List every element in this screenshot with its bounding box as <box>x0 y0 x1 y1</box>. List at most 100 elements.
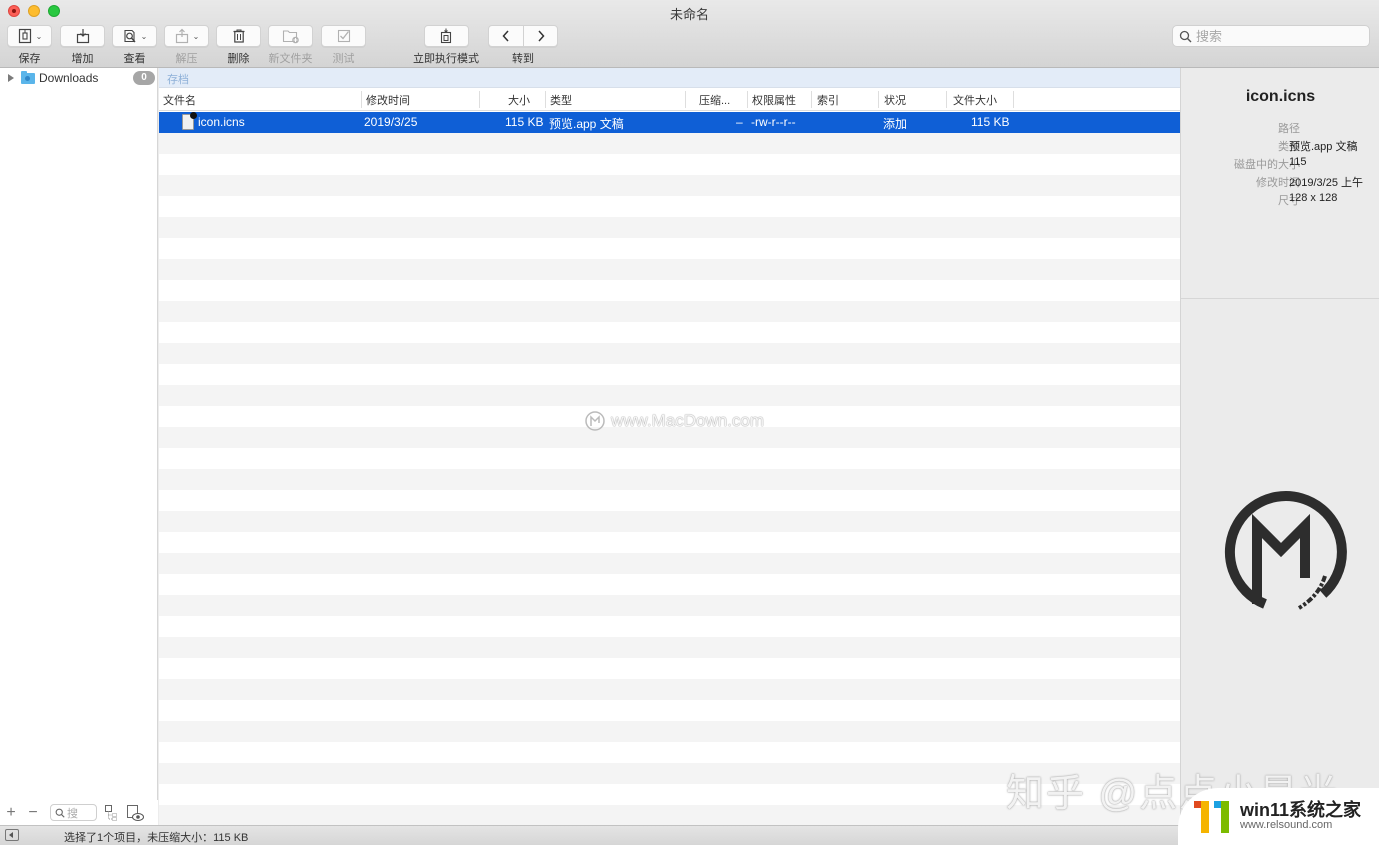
add-button[interactable] <box>60 25 105 47</box>
empty-row <box>159 385 1180 406</box>
toolbar-test[interactable]: 测试 <box>321 25 366 66</box>
test-label: 测试 <box>332 53 355 65</box>
column-divider[interactable] <box>685 91 686 108</box>
column-divider[interactable] <box>946 91 947 108</box>
column-divider[interactable] <box>811 91 812 108</box>
toolbar-view[interactable]: ⌄ 查看 <box>112 25 157 66</box>
forward-button[interactable] <box>523 25 558 47</box>
column-header-status[interactable]: 状况 <box>884 92 906 108</box>
field-key: 路径 <box>1278 123 1300 135</box>
test-button[interactable] <box>321 25 366 47</box>
add-icon[interactable]: + <box>0 804 22 822</box>
sidebar-footer: + − 搜 <box>0 800 158 825</box>
cell-compressed: – <box>736 115 743 129</box>
delete-button[interactable] <box>216 25 261 47</box>
column-divider[interactable] <box>361 91 362 108</box>
empty-row <box>159 280 1180 301</box>
table-row[interactable]: icon.icns 2019/3/25 115 KB 预览.app 文稿 – -… <box>159 112 1180 133</box>
inspector-title: icon.icns <box>1245 88 1316 105</box>
column-header-compressed[interactable]: 压缩... <box>699 92 730 108</box>
status-bar: 选择了1个项目，未压缩大小：115 KB <box>0 825 1379 845</box>
empty-row <box>159 343 1180 364</box>
quick-look-icon <box>124 29 136 43</box>
empty-row <box>159 805 1180 825</box>
empty-row <box>159 721 1180 742</box>
view-label: 查看 <box>123 53 146 65</box>
empty-row <box>159 763 1180 784</box>
empty-row <box>159 700 1180 721</box>
toolbar-save[interactable]: ⌄ 保存 <box>7 25 52 66</box>
toggle-sidebar-icon[interactable] <box>5 829 19 841</box>
new-folder-button[interactable] <box>268 25 313 47</box>
column-header-modified[interactable]: 修改时间 <box>366 92 410 108</box>
toolbar-extract[interactable]: ⌄ 解压 <box>164 25 209 66</box>
empty-row <box>159 301 1180 322</box>
chevron-down-icon: ⌄ <box>140 31 148 41</box>
view-button[interactable]: ⌄ <box>112 25 157 47</box>
cell-file-size: 115 KB <box>971 115 1010 129</box>
column-header-permissions[interactable]: 权限属性 <box>752 92 796 108</box>
empty-row <box>159 238 1180 259</box>
status-text: 选择了1个项目，未压缩大小：115 KB <box>64 832 249 844</box>
empty-row <box>159 595 1180 616</box>
toolbar-instant-mode[interactable]: 立即执行模式 <box>413 25 479 66</box>
path-bar: 存档 <box>159 68 1180 88</box>
goto-label: 转到 <box>512 53 534 65</box>
toolbar-delete[interactable]: 删除 <box>216 25 261 66</box>
back-button[interactable] <box>488 25 523 47</box>
toolbar-add[interactable]: 增加 <box>60 25 105 66</box>
empty-row <box>159 427 1180 448</box>
table-header: 文件名 修改时间 大小 类型 压缩... 权限属性 索引 状况 文件大小 <box>159 88 1180 111</box>
cell-permissions: -rw-r--r-- <box>751 115 796 129</box>
column-divider[interactable] <box>545 91 546 108</box>
extract-icon <box>175 28 188 44</box>
cell-size: 115 KB <box>505 115 544 129</box>
empty-row <box>159 406 1180 427</box>
file-icon <box>182 112 197 130</box>
search-icon <box>1179 30 1192 42</box>
empty-row <box>159 616 1180 637</box>
column-header-type[interactable]: 类型 <box>550 92 572 108</box>
sidebar-item-label: Downloads <box>39 71 99 85</box>
empty-row <box>159 364 1180 385</box>
disclosure-triangle-icon[interactable] <box>8 74 14 82</box>
column-divider[interactable] <box>479 91 480 108</box>
empty-row <box>159 532 1180 553</box>
toolbar-new-folder[interactable]: 新文件夹 <box>268 25 313 66</box>
trash-icon <box>233 29 244 43</box>
remove-icon[interactable]: − <box>22 804 44 822</box>
cell-name: icon.icns <box>198 115 245 129</box>
empty-row <box>159 784 1180 805</box>
sidebar-item-downloads[interactable]: Downloads 0 <box>0 69 158 87</box>
chevron-right-icon <box>537 30 545 42</box>
search-field[interactable] <box>1172 25 1370 47</box>
column-divider[interactable] <box>1013 91 1014 108</box>
column-header-name[interactable]: 文件名 <box>163 92 196 108</box>
add-to-archive-icon <box>76 29 89 44</box>
inspector-field-type: 类型 预览.app 文稿 <box>1181 138 1379 156</box>
empty-row <box>159 448 1180 469</box>
column-header-index[interactable]: 索引 <box>817 92 839 108</box>
sidebar-search-field[interactable]: 搜 <box>50 804 97 821</box>
instant-mode-button[interactable] <box>423 25 469 47</box>
field-value: 2019/3/25 上午 <box>1289 177 1363 189</box>
column-header-file-size[interactable]: 文件大小 <box>953 92 997 108</box>
extract-label: 解压 <box>175 53 198 65</box>
empty-row <box>159 637 1180 658</box>
hierarchy-view-icon[interactable] <box>103 804 121 822</box>
empty-row <box>159 490 1180 511</box>
preview-toggle-icon[interactable] <box>125 804 145 822</box>
chevron-down-icon: ⌄ <box>35 31 43 41</box>
empty-row <box>159 658 1180 679</box>
archive-browser: 存档 文件名 修改时间 大小 类型 压缩... 权限属性 索引 状况 文件大小 … <box>159 68 1180 825</box>
checkmark-icon <box>337 29 350 43</box>
search-input[interactable] <box>1196 28 1366 44</box>
extract-button[interactable]: ⌄ <box>164 25 209 47</box>
column-header-size[interactable]: 大小 <box>508 92 530 108</box>
column-divider[interactable] <box>878 91 879 108</box>
save-button[interactable]: ⌄ <box>7 25 52 47</box>
sidebar-search-placeholder: 搜 <box>67 807 78 820</box>
path-label: 存档 <box>167 74 189 86</box>
column-divider[interactable] <box>747 91 748 108</box>
inspector-field-modified: 修改时间 2019/3/25 上午 <box>1181 174 1379 192</box>
